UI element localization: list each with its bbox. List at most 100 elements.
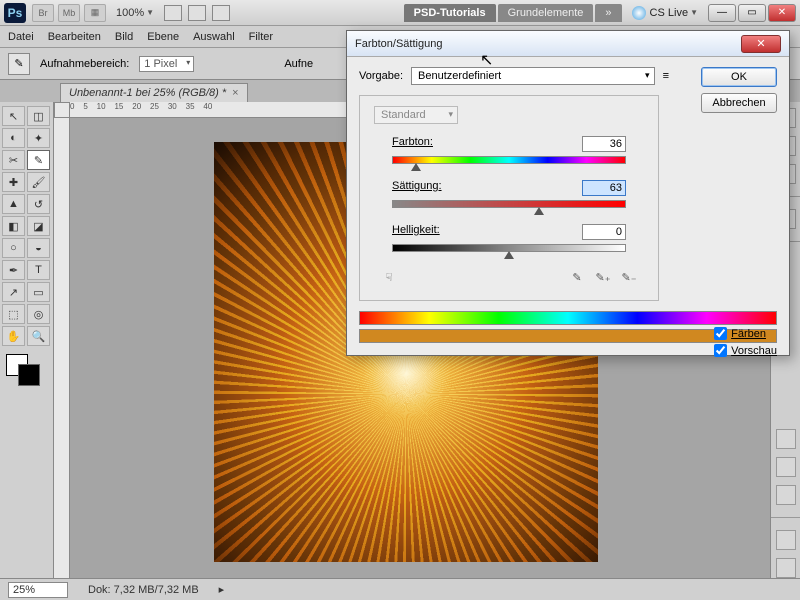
zoom-level[interactable]: 100% bbox=[116, 7, 144, 19]
dock-panel-5[interactable] bbox=[776, 429, 796, 449]
close-button[interactable]: ✕ bbox=[768, 4, 796, 22]
eyedropper-subtract-icon[interactable]: ✎₋ bbox=[620, 268, 638, 286]
eyedropper-add-icon[interactable]: ✎₊ bbox=[594, 268, 612, 286]
ok-button[interactable]: OK bbox=[701, 67, 777, 87]
pen-tool[interactable]: ✒ bbox=[2, 260, 25, 280]
document-tab[interactable]: Unbenannt-1 bei 25% (RGB/8) * × bbox=[60, 83, 248, 102]
cs-live-label: CS Live bbox=[650, 7, 689, 19]
toolbox: ↖◫ ◐✦ ✂✎ ✚🖌 ▲↺ ◧◪ ○◒ ✒T ↗▭ ⬚◎ ✋🔍 bbox=[0, 102, 54, 578]
screen-mode-icon[interactable] bbox=[212, 5, 230, 21]
wand-tool[interactable]: ✦ bbox=[27, 128, 50, 148]
menu-bearbeiten[interactable]: Bearbeiten bbox=[48, 31, 101, 43]
lightness-slider[interactable] bbox=[392, 244, 626, 252]
shape-tool[interactable]: ▭ bbox=[27, 282, 50, 302]
photoshop-logo: Ps bbox=[4, 3, 26, 23]
zoom-tool[interactable]: 🔍 bbox=[27, 326, 50, 346]
view-extras-button[interactable]: ▦ bbox=[84, 4, 106, 22]
blur-tool[interactable]: ○ bbox=[2, 238, 25, 258]
saturation-label: Sättigung: bbox=[392, 180, 442, 196]
saturation-slider-block: Sättigung: 63 bbox=[374, 180, 644, 208]
bridge-button[interactable]: Br bbox=[32, 4, 54, 22]
menu-bild[interactable]: Bild bbox=[115, 31, 133, 43]
cs-live-icon bbox=[632, 6, 646, 20]
dialog-titlebar[interactable]: Farbton/Sättigung ✕ bbox=[347, 31, 789, 57]
dock-panel-7[interactable] bbox=[776, 485, 796, 505]
hand-tool-icon[interactable] bbox=[164, 5, 182, 21]
dialog-close-button[interactable]: ✕ bbox=[741, 35, 781, 53]
options-label-2: Aufne bbox=[284, 58, 313, 70]
preset-menu-icon[interactable]: ≡ bbox=[663, 70, 669, 82]
statusbar: 25% Dok: 7,32 MB/7,32 MB ▸ bbox=[0, 578, 800, 600]
background-color[interactable] bbox=[18, 364, 40, 386]
preset-combo[interactable]: Benutzerdefiniert bbox=[411, 67, 655, 85]
ruler-origin[interactable] bbox=[54, 102, 70, 118]
hue-value-field[interactable]: 36 bbox=[582, 136, 626, 152]
menu-datei[interactable]: Datei bbox=[8, 31, 34, 43]
cs-live-button[interactable]: CS Live ▼ bbox=[632, 6, 698, 20]
adjustment-group: Standard Farbton: 36 Sättigung: 63 bbox=[359, 95, 659, 301]
eyedropper-icon[interactable]: ✎ bbox=[568, 268, 586, 286]
dialog-title: Farbton/Sättigung bbox=[355, 38, 442, 50]
minimize-button[interactable]: — bbox=[708, 4, 736, 22]
minibridge-button[interactable]: Mb bbox=[58, 4, 80, 22]
3d-tool[interactable]: ⬚ bbox=[2, 304, 25, 324]
hand-tool[interactable]: ✋ bbox=[2, 326, 25, 346]
path-tool[interactable]: ↗ bbox=[2, 282, 25, 302]
preview-checkbox[interactable]: Vorschau bbox=[714, 344, 777, 357]
dodge-tool[interactable]: ◒ bbox=[27, 238, 50, 258]
hue-saturation-dialog: Farbton/Sättigung ✕ Vorgabe: Benutzerdef… bbox=[346, 30, 790, 356]
hue-slider[interactable] bbox=[392, 156, 626, 164]
move-tool[interactable]: ↖ bbox=[2, 106, 25, 126]
marquee-tool[interactable]: ◫ bbox=[27, 106, 50, 126]
menu-filter[interactable]: Filter bbox=[249, 31, 273, 43]
preset-label: Vorgabe: bbox=[359, 70, 403, 82]
brush-tool[interactable]: 🖌 bbox=[27, 172, 50, 192]
workspace-tab-grundelemente[interactable]: Grundelemente bbox=[498, 4, 594, 22]
lasso-tool[interactable]: ◐ bbox=[2, 128, 25, 148]
type-tool[interactable]: T bbox=[27, 260, 50, 280]
sample-size-label: Aufnahmebereich: bbox=[40, 58, 129, 70]
saturation-value-field[interactable]: 63 bbox=[582, 180, 626, 196]
lightness-label: Helligkeit: bbox=[392, 224, 440, 240]
status-menu-icon[interactable]: ▸ bbox=[219, 583, 225, 596]
dock-panel-8[interactable] bbox=[776, 530, 796, 550]
colorize-checkbox[interactable]: Färben bbox=[714, 327, 777, 340]
saturation-thumb[interactable] bbox=[534, 207, 544, 215]
ruler-vertical[interactable] bbox=[54, 118, 70, 578]
saturation-slider[interactable] bbox=[392, 200, 626, 208]
eyedropper-tool[interactable]: ✎ bbox=[27, 150, 50, 170]
workspace-tab-tutorials[interactable]: PSD-Tutorials bbox=[404, 4, 496, 22]
dock-panel-6[interactable] bbox=[776, 457, 796, 477]
gradient-tool[interactable]: ◪ bbox=[27, 216, 50, 236]
menu-auswahl[interactable]: Auswahl bbox=[193, 31, 235, 43]
zoom-dropdown-icon[interactable]: ▼ bbox=[146, 8, 154, 17]
stamp-tool[interactable]: ▲ bbox=[2, 194, 25, 214]
dock-panel-9[interactable] bbox=[776, 558, 796, 578]
hue-slider-block: Farbton: 36 bbox=[374, 136, 644, 164]
color-swatches[interactable] bbox=[2, 354, 51, 394]
arrange-docs-icon[interactable] bbox=[188, 5, 206, 21]
document-tab-label: Unbenannt-1 bei 25% (RGB/8) * bbox=[69, 87, 226, 99]
lightness-slider-block: Helligkeit: 0 bbox=[374, 224, 644, 252]
3d-camera-tool[interactable]: ◎ bbox=[27, 304, 50, 324]
current-tool-icon[interactable]: ✎ bbox=[8, 53, 30, 75]
crop-tool[interactable]: ✂ bbox=[2, 150, 25, 170]
status-zoom-field[interactable]: 25% bbox=[8, 582, 68, 598]
history-brush-tool[interactable]: ↺ bbox=[27, 194, 50, 214]
cancel-button[interactable]: Abbrechen bbox=[701, 93, 777, 113]
spectrum-input bbox=[359, 311, 777, 325]
menu-ebene[interactable]: Ebene bbox=[147, 31, 179, 43]
eraser-tool[interactable]: ◧ bbox=[2, 216, 25, 236]
app-titlebar: Ps Br Mb ▦ 100% ▼ PSD-Tutorials Grundele… bbox=[0, 0, 800, 26]
close-document-icon[interactable]: × bbox=[232, 87, 238, 99]
hue-thumb[interactable] bbox=[411, 163, 421, 171]
lightness-thumb[interactable] bbox=[504, 251, 514, 259]
workspace-more[interactable]: » bbox=[595, 4, 621, 22]
heal-tool[interactable]: ✚ bbox=[2, 172, 25, 192]
lightness-value-field[interactable]: 0 bbox=[582, 224, 626, 240]
hue-label: Farbton: bbox=[392, 136, 433, 152]
targeted-adjust-icon[interactable]: ☟ bbox=[380, 268, 398, 286]
sample-size-combo[interactable]: 1 Pixel bbox=[139, 56, 194, 72]
maximize-button[interactable]: ▭ bbox=[738, 4, 766, 22]
channel-combo[interactable]: Standard bbox=[374, 106, 458, 124]
